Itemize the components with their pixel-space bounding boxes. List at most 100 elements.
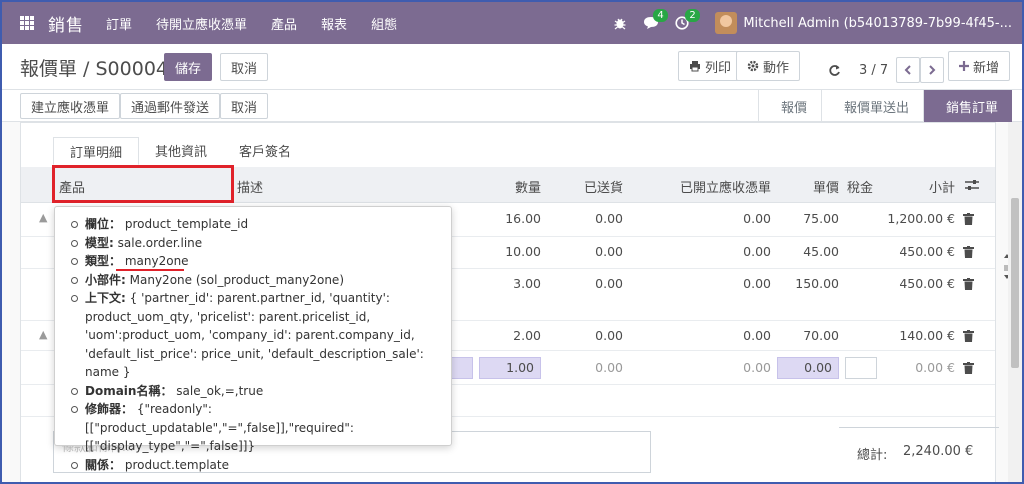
cancel-order-button[interactable]: 取消 (220, 93, 269, 119)
unit-price-input[interactable]: 0.00 (777, 357, 839, 379)
gear-icon (747, 60, 759, 72)
tooltip-context: 上下文: { 'partner_id': parent.partner_id, … (71, 289, 439, 382)
breadcrumb-separator: / (77, 58, 96, 80)
activities-badge: 2 (685, 9, 700, 22)
new-label: 新增 (973, 60, 1000, 76)
control-panel: 報價單 / S00004 儲存 取消 列印 動作 3 / 7 新增 (2, 44, 1022, 90)
cell-unit-price[interactable]: 75.00 (771, 211, 839, 226)
total-value: 2,240.00 € (903, 444, 974, 459)
user-menu[interactable]: Mitchell Admin (b54013789-7b99-4f45-... (715, 12, 1012, 34)
trash-icon[interactable] (963, 330, 974, 342)
cell-invoiced: 0.00 (743, 276, 771, 291)
cell-unit-price[interactable]: 70.00 (771, 328, 839, 343)
cell-subtotal: 140.00 € (899, 328, 955, 343)
plus-icon (959, 61, 969, 71)
breadcrumb: 報價單 / S00004 (20, 54, 168, 81)
stage-sales-order[interactable]: 銷售訂單 (922, 90, 1012, 122)
cell-unit-price[interactable]: 150.00 (771, 276, 839, 291)
tooltip-type: 類型： many2one (71, 252, 439, 271)
cell-quantity[interactable]: 10.00 (491, 244, 541, 259)
cell-invoiced: 0.00 (743, 244, 771, 259)
apps-icon[interactable] (20, 16, 34, 30)
tooltip-domain: Domain名稱： sale_ok,=,true (71, 382, 439, 401)
form-statusbar: 建立應收憑單 通過郵件發送 取消 報價 報價單送出 銷售訂單 (2, 90, 1022, 122)
new-button[interactable]: 新增 (948, 51, 1011, 81)
stage-quotation[interactable]: 報價 (757, 90, 821, 122)
column-unit-price[interactable]: 單價 (791, 177, 839, 196)
cell-delivered: 0.00 (595, 211, 623, 226)
column-description[interactable]: 描述 (237, 177, 263, 196)
top-navbar: 銷售 訂單 待開立應收憑單 產品 報表 組態 4 2 Mitchell Admi… (2, 2, 1022, 44)
cell-invoiced: 0.00 (743, 211, 771, 226)
trash-icon[interactable] (963, 278, 974, 290)
totals-block: 總計: 2,240.00 € (839, 427, 999, 473)
app-brand[interactable]: 銷售 (48, 11, 84, 36)
page-scrollbar-thumb[interactable] (1011, 198, 1019, 368)
highlight-product-column (52, 165, 234, 203)
tab-customer-signature[interactable]: 客戶簽名 (223, 137, 307, 165)
cell-unit-price[interactable]: 45.00 (771, 244, 839, 259)
tab-other-info[interactable]: 其他資訊 (139, 137, 223, 165)
column-taxes[interactable]: 稅金 (847, 177, 873, 196)
menu-orders[interactable]: 訂單 (106, 14, 132, 33)
column-invoiced[interactable]: 已開立應收憑單 (661, 177, 771, 196)
cell-delivered: 0.00 (595, 244, 623, 259)
breadcrumb-parent[interactable]: 報價單 (20, 58, 77, 80)
app-window: 銷售 訂單 待開立應收憑單 產品 報表 組態 4 2 Mitchell Admi… (0, 0, 1024, 484)
bug-icon[interactable] (613, 16, 627, 30)
discard-button[interactable]: 取消 (220, 53, 269, 81)
tooltip-relation: 關係： product.template (71, 456, 439, 475)
navbar-systray: 4 2 Mitchell Admin (b54013789-7b99-4f45-… (613, 2, 1012, 44)
print-label: 列印 (705, 60, 732, 76)
column-settings-icon[interactable] (965, 179, 979, 191)
send-email-button[interactable]: 通過郵件發送 (120, 93, 221, 119)
notebook-tabs: 訂單明細 其他資訊 客戶簽名 (53, 137, 307, 165)
menu-configuration[interactable]: 組態 (371, 14, 397, 33)
refresh-icon[interactable] (828, 64, 841, 77)
action-button[interactable]: 動作 (736, 51, 801, 81)
menu-reporting[interactable]: 報表 (321, 14, 347, 33)
menu-to-invoice[interactable]: 待開立應收憑單 (156, 14, 247, 33)
quantity-input[interactable]: 1.00 (479, 357, 541, 379)
trash-icon[interactable] (963, 246, 974, 258)
cell-delivered: 0.00 (595, 328, 623, 343)
cell-subtotal: 450.00 € (899, 276, 955, 291)
user-name: Mitchell Admin (b54013789-7b99-4f45-... (743, 15, 1012, 31)
highlight-type-underline (116, 269, 184, 271)
breadcrumb-current: S00004 (95, 58, 169, 80)
drag-handle-icon[interactable]: ▲ (39, 328, 47, 341)
tab-order-lines[interactable]: 訂單明細 (53, 137, 140, 165)
cell-delivered: 0.00 (595, 360, 623, 375)
chevron-right-icon (929, 65, 936, 75)
column-quantity[interactable]: 數量 (491, 177, 541, 196)
print-button[interactable]: 列印 (678, 51, 743, 81)
chat-icon[interactable]: 4 (643, 9, 668, 30)
cell-subtotal: 1,200.00 € (887, 211, 955, 226)
tooltip-modifiers: 修飾器： {"readonly":[["product_updatable","… (71, 400, 439, 456)
column-delivered[interactable]: 已送貨 (571, 177, 623, 196)
action-label: 動作 (763, 60, 790, 76)
main-menu: 訂單 待開立應收憑單 產品 報表 組態 (106, 14, 397, 33)
pager-next-button[interactable] (920, 57, 945, 83)
drag-handle-icon[interactable]: ▲ (39, 211, 47, 224)
cell-delivered: 0.00 (595, 276, 623, 291)
messages-badge: 4 (653, 9, 668, 22)
stage-quotation-sent[interactable]: 報價單送出 (820, 90, 923, 122)
trash-icon[interactable] (963, 362, 974, 374)
pager-previous-button[interactable] (896, 57, 921, 83)
clock-icon[interactable]: 2 (675, 9, 700, 30)
chevron-left-icon (904, 65, 911, 75)
menu-products[interactable]: 產品 (271, 14, 297, 33)
cell-quantity[interactable]: 2.00 (491, 328, 541, 343)
tooltip-field: 欄位： product_template_id (71, 215, 439, 234)
create-invoice-button[interactable]: 建立應收憑單 (20, 93, 121, 119)
pager-value[interactable]: 3 / 7 (859, 63, 888, 78)
trash-icon[interactable] (963, 213, 974, 225)
cell-subtotal: 450.00 € (899, 244, 955, 259)
cell-invoiced: 0.00 (743, 328, 771, 343)
pager: 3 / 7 (828, 57, 945, 83)
cell-quantity[interactable]: 16.00 (491, 211, 541, 226)
cell-quantity[interactable]: 3.00 (491, 276, 541, 291)
column-subtotal[interactable]: 小計 (901, 177, 955, 196)
save-button[interactable]: 儲存 (164, 53, 213, 81)
